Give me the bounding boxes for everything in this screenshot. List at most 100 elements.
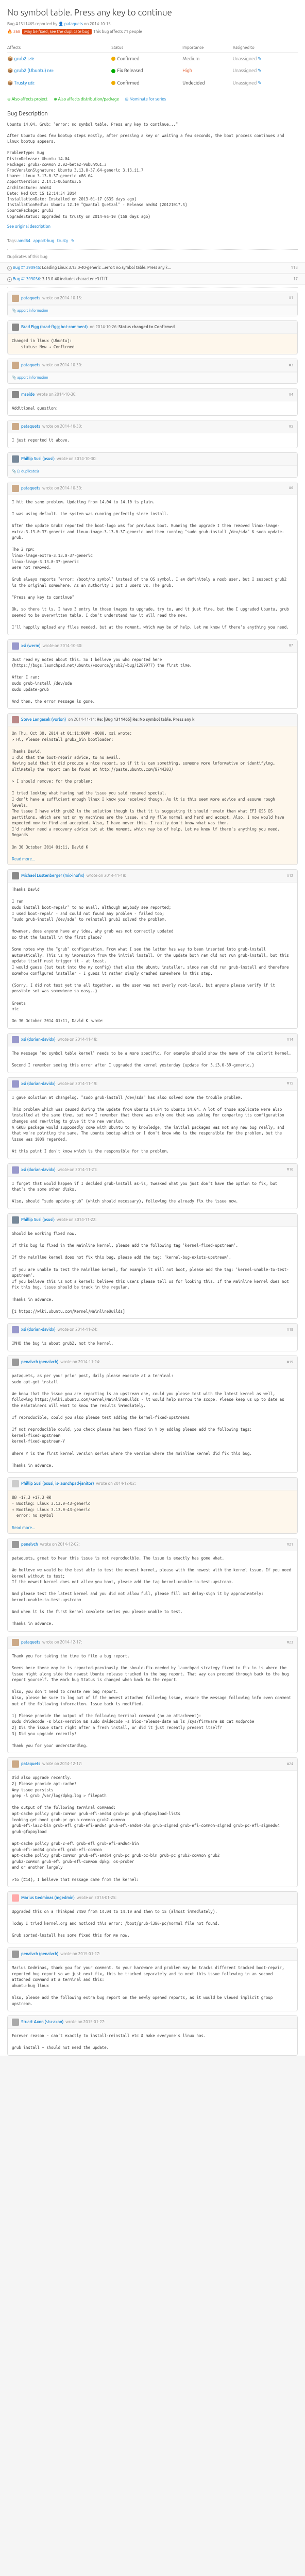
affects-link[interactable]: grub2 bbox=[14, 56, 26, 61]
comment-author[interactable]: Michael Lustenberger (mic-inofix) bbox=[21, 873, 84, 879]
edit-assignee-icon[interactable]: ✎ bbox=[258, 56, 262, 61]
duplicate-row: ▸ Bug #1390945: Loading Linux 3.13.0-40-… bbox=[0, 262, 305, 274]
comment-author[interactable]: penalvch bbox=[21, 1541, 38, 1548]
comment: pataquets wrote on 2014-10-30:#3📎 apport… bbox=[7, 359, 298, 384]
status-text[interactable]: Fix Released bbox=[117, 68, 143, 73]
importance-text[interactable]: Undecided bbox=[182, 80, 205, 86]
attachment-link[interactable]: (2 duplicates) bbox=[17, 469, 39, 473]
comment: penalvch wrote on 2014-12-02:#21pataquet… bbox=[7, 1538, 298, 1632]
edit-icon[interactable]: Edit bbox=[27, 57, 33, 61]
read-more[interactable]: Read more... bbox=[8, 854, 297, 865]
comment-author[interactable]: Phillip Susi (psusi) bbox=[21, 456, 55, 462]
affects-link[interactable]: grub2 (Ubuntu) bbox=[14, 68, 46, 73]
affects-table: Affects Status Importance Assigned to 📦 … bbox=[7, 43, 298, 90]
importance-text[interactable]: Medium bbox=[182, 56, 199, 61]
also-affects-distro[interactable]: ⊕ Also affects distribution/package bbox=[54, 97, 119, 101]
dup-link[interactable]: Bug #1390945 bbox=[13, 265, 40, 270]
reporter-link[interactable]: pataquets bbox=[64, 22, 83, 26]
attachment-row: 📎 apport information bbox=[8, 305, 297, 316]
comment-body: I hit the same problem. Updating from 14… bbox=[8, 495, 297, 635]
comment-author[interactable]: penalvch (penalvch) bbox=[21, 1359, 58, 1365]
comment-body: Thanks David I ran sudo install boot-rep… bbox=[8, 883, 297, 1028]
comment-body: Marius Gedminas, thank you for your comm… bbox=[8, 1961, 297, 2011]
comment-author[interactable]: xsi (dorian-davidx) bbox=[21, 1037, 56, 1043]
dup-link[interactable]: Bug #1399036 bbox=[13, 277, 40, 281]
disclosure-icon[interactable]: ▸ bbox=[7, 277, 12, 282]
comment-author[interactable]: pataquets bbox=[21, 423, 40, 430]
edit-assignee-icon[interactable]: ✎ bbox=[258, 80, 262, 86]
comment: pataquets wrote on 2014-10-30:#5I just r… bbox=[7, 420, 298, 448]
assignee[interactable]: Unassigned bbox=[233, 68, 257, 73]
comment-author[interactable]: xsi (dorian-davidx) bbox=[21, 1327, 56, 1333]
status-change-text: Re: [Bug 1311465] Re: No symbol table. P… bbox=[97, 717, 195, 722]
comment-body: Changed in linux (Ubuntu): status: New →… bbox=[8, 334, 297, 354]
comment-body: I just reported it above. bbox=[8, 433, 297, 448]
comment-author[interactable]: mseide bbox=[21, 392, 35, 398]
see-original[interactable]: See original description bbox=[0, 224, 305, 235]
comment-header: pataquets wrote on 2014-10-30:#6 bbox=[8, 482, 297, 495]
status-text[interactable]: Confirmed bbox=[117, 80, 139, 86]
tag[interactable]: trusty bbox=[57, 239, 68, 243]
comment-author[interactable]: Marius Gedminas (mgedmin) bbox=[21, 1895, 75, 1901]
comment-date: #24 bbox=[286, 1761, 293, 1767]
avatar bbox=[12, 716, 19, 723]
avatar bbox=[12, 391, 19, 398]
comment-author[interactable]: pataquets bbox=[21, 362, 40, 368]
nominate-series[interactable]: ⊞ Nominate for series bbox=[125, 97, 166, 101]
comment-author[interactable]: pataquets bbox=[21, 1761, 40, 1767]
comment-author[interactable]: pataquets bbox=[21, 295, 40, 301]
comment-author[interactable]: pataquets bbox=[21, 1639, 40, 1646]
comment-author[interactable]: pataquets bbox=[21, 485, 40, 492]
comment-author[interactable]: Phillip Susi (psusi, is-launchpad-janito… bbox=[21, 1481, 94, 1487]
avatar bbox=[12, 1326, 19, 1333]
comment-date: #3 bbox=[289, 363, 293, 368]
comment-author[interactable]: Steve Langasek (vorlon) bbox=[21, 717, 66, 723]
avatar bbox=[12, 485, 19, 492]
read-more[interactable]: Read more... bbox=[8, 1523, 297, 1533]
comment-author[interactable]: Brad Figg (brad-figg; bot-comment) bbox=[21, 324, 88, 330]
comment-header: xsi (dorian-davidx) wrote on 2014-11-19:… bbox=[8, 1078, 297, 1091]
bug-meta: Bug #1311465 reported by 👤 pataquets on … bbox=[7, 21, 298, 27]
comment-author[interactable]: xsi (dorian-davidx) bbox=[21, 1167, 56, 1173]
comment-header: pataquets wrote on 2014-12-17:#24 bbox=[8, 1758, 297, 1771]
edit-tags-icon[interactable]: ✎ bbox=[71, 239, 75, 243]
comment: mseide wrote on 2014-10-30:#4Additional … bbox=[7, 388, 298, 416]
tag[interactable]: amd64 bbox=[18, 239, 30, 243]
pkg-icon: 📦 bbox=[7, 80, 13, 86]
comment-header: Michael Lustenberger (mic-inofix) wrote … bbox=[8, 870, 297, 883]
assignee[interactable]: Unassigned bbox=[233, 56, 257, 61]
comment-author[interactable]: xsi (werm) bbox=[21, 643, 41, 649]
status-dot-icon bbox=[111, 57, 115, 61]
assignee[interactable]: Unassigned bbox=[233, 80, 257, 86]
bug-description: Ubuntu 14.04. Grub: "error: no symbol ta… bbox=[0, 122, 305, 224]
comment: xsi (dorian-davidx) wrote on 2014-11-24:… bbox=[7, 1323, 298, 1351]
comment-author[interactable]: Phillip Susi (psusi) bbox=[21, 1217, 55, 1223]
disclosure-icon[interactable]: ▸ bbox=[7, 266, 12, 270]
comment-header: xsi (dorian-davidx) wrote on 2014-11-24:… bbox=[8, 1324, 297, 1336]
edit-icon[interactable]: Edit bbox=[47, 69, 54, 73]
affects-link[interactable]: Trusty bbox=[14, 80, 27, 86]
attachment-link[interactable]: apport information bbox=[17, 309, 48, 313]
avatar bbox=[12, 1166, 19, 1174]
edit-icon[interactable]: Edit bbox=[28, 81, 34, 86]
comment-header: Marius Gedminas (mgedmin) wrote on 2015-… bbox=[8, 1892, 297, 1905]
heat-row: 🔥 368 May be fixed, see the duplicate bu… bbox=[7, 29, 298, 35]
comment-author[interactable]: penalvch (penalvch) bbox=[21, 1951, 58, 1957]
comment-author[interactable]: Stuart Axon (stu-axon) bbox=[21, 2019, 63, 2025]
comment-date: #16 bbox=[286, 1167, 293, 1173]
attachment-link[interactable]: apport information bbox=[17, 376, 48, 380]
avatar bbox=[12, 295, 19, 302]
tag[interactable]: apport-bug bbox=[33, 239, 54, 243]
comment-header: Phillip Susi (psusi, is-launchpad-janito… bbox=[8, 1478, 297, 1490]
col-importance: Importance bbox=[182, 43, 233, 53]
importance-text[interactable]: High bbox=[182, 68, 192, 73]
avatar bbox=[12, 642, 19, 650]
comment-author[interactable]: xsi (dorian-davidx) bbox=[21, 1081, 56, 1087]
comment-header: pataquets wrote on 2014-10-30:#5 bbox=[8, 420, 297, 433]
comment-body: pataquets, great to hear this issue is n… bbox=[8, 1551, 297, 1631]
also-affects-project[interactable]: ⊕ Also affects project bbox=[7, 97, 47, 101]
status-text[interactable]: Confirmed bbox=[117, 56, 139, 61]
comment-body: pataquets, as per your prior post, daily… bbox=[8, 1369, 297, 1473]
comment-date: #18 bbox=[286, 1327, 293, 1333]
edit-assignee-icon[interactable]: ✎ bbox=[258, 68, 262, 73]
